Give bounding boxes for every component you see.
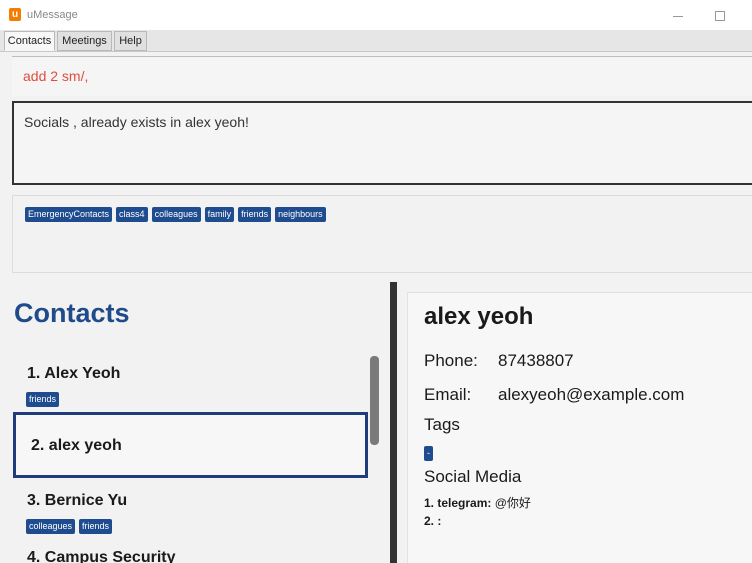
tag-chip[interactable]: class4 [116, 207, 148, 222]
tab-meetings[interactable]: Meetings [57, 31, 112, 51]
command-input[interactable]: add 2 sm/, [12, 56, 752, 96]
contact-tags: friends [26, 387, 63, 407]
tag-chip[interactable]: colleagues [151, 207, 201, 222]
social-index: 2. : [424, 514, 442, 528]
detail-tags: - [424, 441, 437, 461]
phone-value: 87438807 [498, 351, 574, 370]
social-item: 1. telegram: @你好 [424, 494, 531, 511]
social-index: 1. telegram: [424, 496, 492, 510]
tag-chip[interactable]: family [204, 207, 235, 222]
detail-name: alex yeoh [424, 303, 534, 330]
panel-splitter[interactable] [390, 282, 397, 563]
contact-card-selected[interactable]: 2. alex yeoh [13, 412, 368, 478]
email-label: Email: [424, 385, 472, 404]
scrollbar-thumb[interactable] [370, 356, 379, 445]
contact-name: 2. alex yeoh [31, 437, 122, 454]
window-title: uMessage [27, 9, 78, 21]
tag-chip: friends [26, 392, 60, 407]
social-item: 2. : [424, 514, 441, 528]
tag-chip: colleagues [26, 519, 76, 534]
title-bar: u uMessage [0, 0, 752, 30]
contact-card[interactable]: 3. Bernice Yu colleagues friends [13, 480, 368, 542]
contact-name: 4. Campus Security [27, 549, 176, 563]
contact-card[interactable]: 1. Alex Yeoh friends [13, 346, 368, 410]
tag-chip: - [424, 446, 433, 461]
phone-label: Phone: [424, 351, 478, 370]
result-message: Socials , already exists in alex yeoh! [24, 114, 249, 130]
tag-list: EmergencyContacts class4 colleagues family f… [25, 202, 330, 222]
tab-bar: Contacts Meetings Help [0, 30, 752, 52]
contact-details-panel: alex yeoh Phone: 87438807 Email: alexyeo… [407, 292, 752, 563]
contact-tags: colleagues friends [26, 514, 116, 534]
tab-contacts[interactable]: Contacts [4, 31, 55, 51]
email-value: alexyeoh@example.com [498, 385, 685, 404]
result-display: Socials , already exists in alex yeoh! [12, 101, 752, 185]
social-media-heading: Social Media [424, 467, 522, 486]
app-window: u uMessage Contacts Meetings Help add 2 … [0, 0, 752, 563]
maximize-icon[interactable] [712, 8, 728, 24]
tag-panel: EmergencyContacts class4 colleagues family f… [12, 195, 752, 273]
tab-help[interactable]: Help [114, 31, 147, 51]
tag-chip[interactable]: EmergencyContacts [25, 207, 113, 222]
contacts-panel-title: Contacts [14, 298, 130, 328]
contact-list: 1. Alex Yeoh friends 2. alex yeoh 3. Ber… [13, 346, 368, 563]
tag-chip[interactable]: neighbours [275, 207, 326, 222]
tag-chip[interactable]: friends [238, 207, 272, 222]
social-value: @你好 [494, 496, 531, 510]
tags-heading: Tags [424, 415, 460, 434]
tag-chip: friends [79, 519, 113, 534]
command-text: add 2 sm/, [23, 68, 89, 84]
contact-card[interactable]: 4. Campus Security [13, 542, 368, 563]
contact-name: 3. Bernice Yu [27, 492, 128, 509]
app-logo-icon: u [9, 8, 21, 21]
minimize-icon[interactable] [670, 8, 686, 24]
contact-name: 1. Alex Yeoh [27, 365, 121, 382]
